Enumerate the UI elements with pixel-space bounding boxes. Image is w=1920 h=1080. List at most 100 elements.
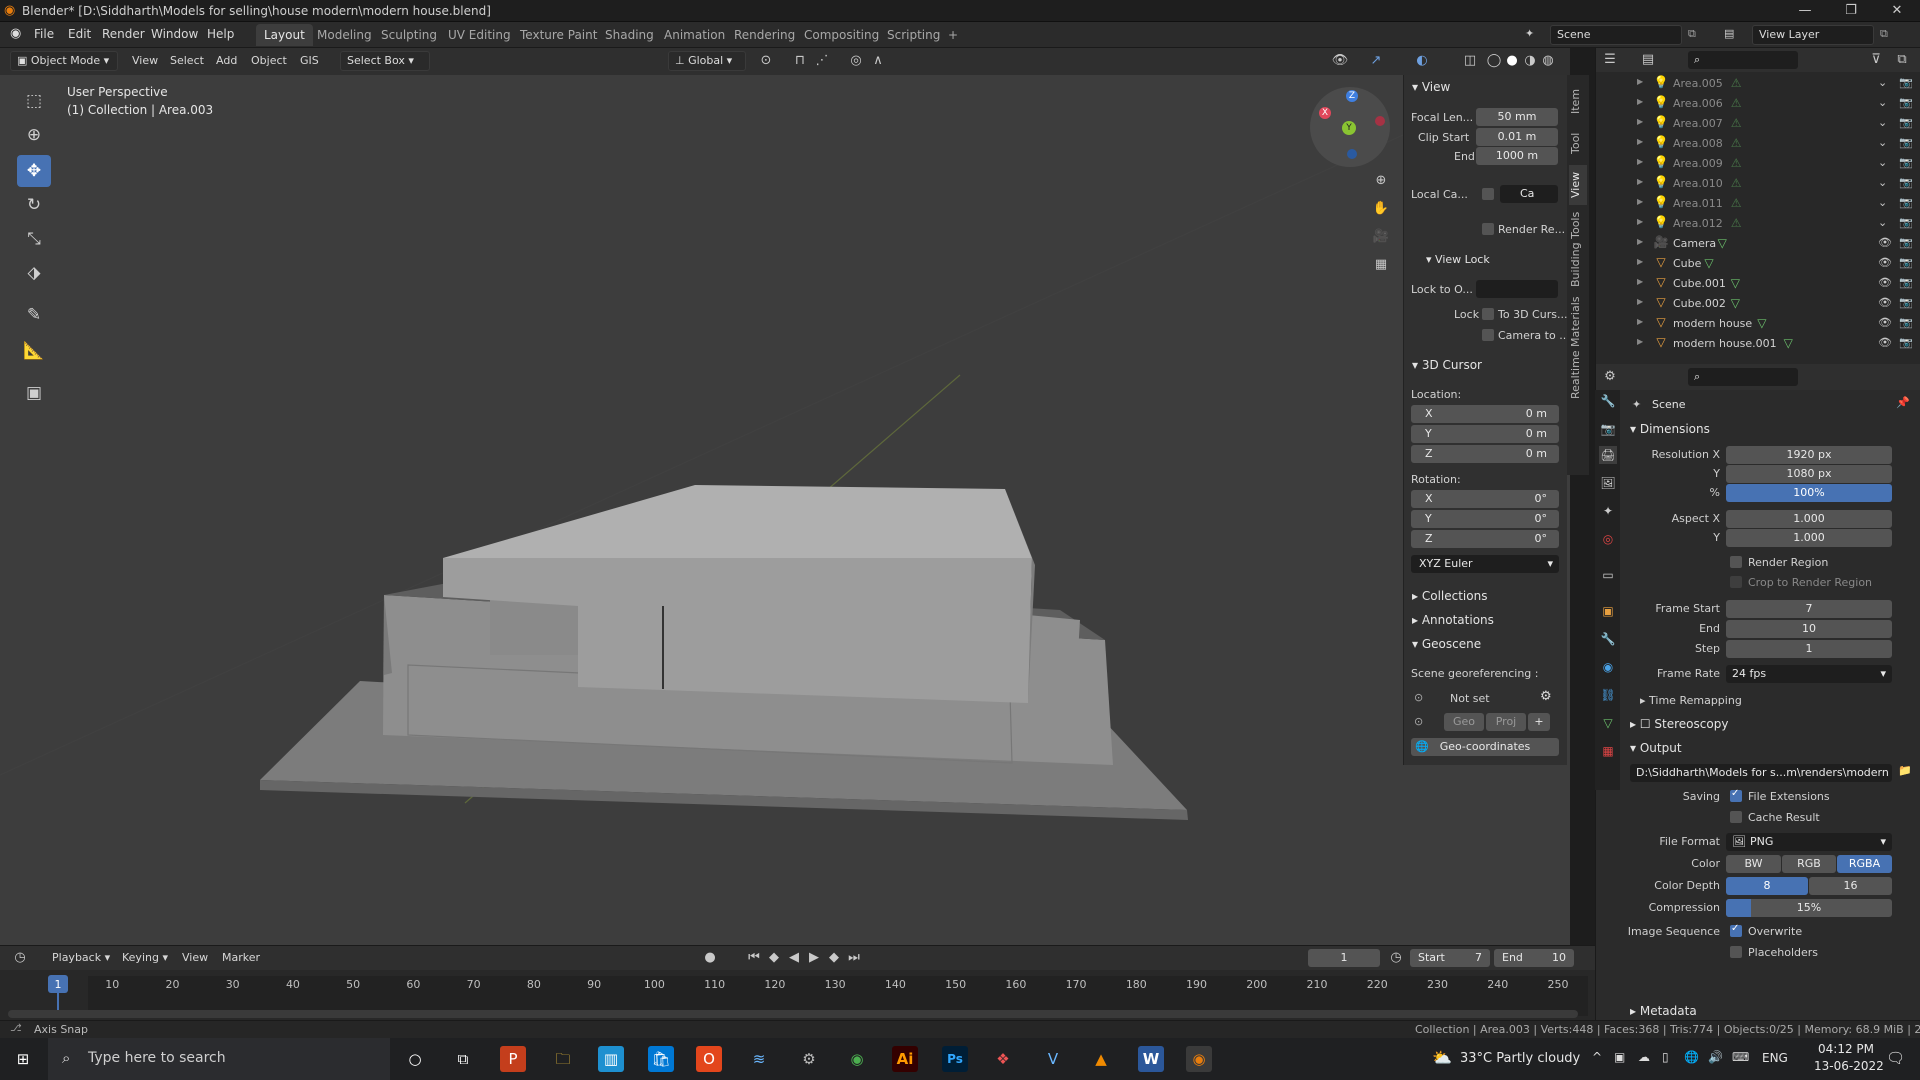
blender-taskbar-icon[interactable]: ◉ — [1186, 1046, 1212, 1072]
proportional-edit-icon[interactable]: ◎ — [846, 51, 866, 71]
expand-arrow-icon[interactable]: ▶ — [1637, 197, 1643, 206]
3d-cursor-header[interactable]: ▾ 3D Cursor — [1412, 358, 1482, 372]
scale-tool-icon[interactable]: ⤡ — [17, 223, 51, 255]
render-camera-icon[interactable]: 📷 — [1899, 196, 1913, 209]
render-camera-icon[interactable]: 📷 — [1899, 336, 1913, 349]
object-data-icon[interactable]: ⚠ — [1731, 196, 1742, 210]
lock-to-3d-cursor-checkbox[interactable] — [1482, 308, 1494, 320]
frame-end-field[interactable]: 10 — [1726, 620, 1892, 638]
expand-arrow-icon[interactable]: ▶ — [1637, 297, 1643, 306]
solid-shading-icon[interactable]: ● — [1502, 51, 1522, 71]
texture-tab-icon[interactable]: ▦ — [1599, 742, 1617, 760]
time-remapping-header[interactable]: ▸ Time Remapping — [1640, 694, 1742, 707]
frame-step-field[interactable]: 1 — [1726, 640, 1892, 658]
outliner-item[interactable]: ▶ 💡 Area.006 ⚠ ⌄ 📷 — [1596, 94, 1920, 114]
weather-text[interactable]: 33°C Partly cloudy — [1460, 1051, 1580, 1066]
tab-view[interactable]: View — [1569, 165, 1587, 205]
outliner-item[interactable]: ▶ 💡 Area.007 ⚠ ⌄ 📷 — [1596, 114, 1920, 134]
georef-settings-gear-icon[interactable]: ⚙ — [1540, 689, 1552, 704]
visibility-eye-icon[interactable]: ⌄ — [1878, 216, 1887, 229]
visibility-eye-icon[interactable]: 👁 — [1878, 256, 1892, 269]
geoscene-header[interactable]: ▾ Geoscene — [1412, 637, 1481, 651]
render-camera-icon[interactable]: 📷 — [1899, 176, 1913, 189]
compression-slider[interactable]: 15% — [1726, 899, 1892, 917]
expand-arrow-icon[interactable]: ▶ — [1637, 237, 1643, 246]
outliner-item[interactable]: ▶ 💡 Area.012 ⚠ ⌄ 📷 — [1596, 214, 1920, 234]
onedrive-icon[interactable]: ☁ — [1638, 1050, 1650, 1064]
overwrite-checkbox[interactable] — [1730, 923, 1742, 937]
cursor-location-y-field[interactable]: Y0 m — [1411, 425, 1559, 443]
expand-arrow-icon[interactable]: ▶ — [1637, 137, 1643, 146]
camera-to-view-checkbox[interactable] — [1482, 329, 1494, 341]
placeholders-checkbox[interactable] — [1730, 946, 1742, 958]
outliner-item[interactable]: ▶ ▽ Cube.001 ▽ 👁 📷 — [1596, 274, 1920, 294]
outliner-item[interactable]: ▶ 🎥 Camera ▽ 👁 📷 — [1596, 234, 1920, 254]
snap-icon[interactable]: ⊓ — [790, 51, 810, 71]
tab-item[interactable]: Item — [1569, 81, 1587, 121]
tab-compositing[interactable]: Compositing — [796, 24, 887, 46]
rotate-tool-icon[interactable]: ↻ — [17, 189, 51, 221]
expand-arrow-icon[interactable]: ▶ — [1637, 277, 1643, 286]
output-tab-icon[interactable]: 🖨 — [1599, 446, 1617, 464]
outliner-item[interactable]: ▶ 💡 Area.005 ⚠ ⌄ 📷 — [1596, 74, 1920, 94]
menu-add[interactable]: Add — [216, 54, 237, 67]
outliner-search-input[interactable]: ⌕ — [1688, 51, 1798, 69]
tab-rendering[interactable]: Rendering — [726, 24, 803, 46]
overlay-toggle-icon[interactable]: ◐ — [1412, 51, 1432, 71]
gizmo-neg-x-icon[interactable] — [1375, 116, 1385, 126]
physics-tab-icon[interactable]: ◉ — [1599, 658, 1617, 676]
view-layer-tab-icon[interactable]: 🖼 — [1599, 474, 1617, 492]
dimensions-header[interactable]: ▾ Dimensions — [1630, 422, 1710, 436]
view-section-header[interactable]: ▾ View — [1412, 80, 1450, 94]
weather-icon[interactable]: ⛅ — [1432, 1048, 1452, 1067]
rotation-mode-dropdown[interactable]: XYZ Euler ▾ — [1411, 555, 1559, 573]
visibility-eye-icon[interactable]: ⌄ — [1878, 196, 1887, 209]
menu-edit[interactable]: Edit — [68, 27, 91, 41]
battery-icon[interactable]: ▯ — [1662, 1050, 1669, 1064]
cortana-icon[interactable]: ○ — [402, 1046, 428, 1072]
render-region-checkbox[interactable] — [1482, 223, 1494, 235]
clip-start-field[interactable]: 0.01 m — [1476, 128, 1558, 146]
app-gray-icon[interactable]: ⚙ — [796, 1046, 822, 1072]
snap-target-icon[interactable]: ⋰ — [812, 51, 832, 71]
cursor-rotation-y-field[interactable]: Y 0° — [1411, 510, 1559, 528]
resolution-x-field[interactable]: 1920 px — [1726, 446, 1892, 464]
navigation-gizmo[interactable]: Z X Y — [1310, 87, 1390, 167]
cursor-location-z-field[interactable]: Z0 m — [1411, 445, 1559, 463]
object-data-icon[interactable]: ⚠ — [1731, 76, 1742, 90]
aspect-x-field[interactable]: 1.000 — [1726, 510, 1892, 528]
properties-search-input[interactable]: ⌕ — [1688, 368, 1798, 386]
new-view-layer-icon[interactable]: ⧉ — [1880, 27, 1888, 41]
render-tab-icon[interactable]: 📷 — [1599, 420, 1617, 438]
pan-hand-icon[interactable]: ✋ — [1371, 199, 1391, 219]
object-data-icon[interactable]: ⚠ — [1731, 156, 1742, 170]
menu-object[interactable]: Object — [251, 54, 287, 67]
render-camera-icon[interactable]: 📷 — [1899, 76, 1913, 89]
color-rgb-button[interactable]: RGB — [1782, 855, 1836, 873]
outliner-item[interactable]: ▶ ▽ modern house ▽ 👁 📷 — [1596, 314, 1920, 334]
frame-start-field[interactable]: 7 — [1726, 600, 1892, 618]
outliner-item[interactable]: ▶ 💡 Area.010 ⚠ ⌄ 📷 — [1596, 174, 1920, 194]
file-explorer-icon[interactable]: 🗀 — [550, 1046, 576, 1072]
object-data-icon[interactable]: ▽ — [1704, 256, 1713, 270]
render-camera-icon[interactable]: 📷 — [1899, 276, 1913, 289]
photoshop-icon[interactable]: Ps — [942, 1046, 968, 1072]
object-data-icon[interactable]: ⚠ — [1731, 216, 1742, 230]
tab-realtime-materials[interactable]: Realtime Materials — [1569, 295, 1587, 400]
ortho-grid-icon[interactable]: ▦ — [1371, 255, 1391, 275]
expand-arrow-icon[interactable]: ▶ — [1637, 317, 1643, 326]
menu-file[interactable]: File — [34, 27, 54, 41]
select-box-dropdown[interactable]: Select Box ▾ — [340, 51, 430, 71]
gizmo-x-icon[interactable]: X — [1319, 107, 1331, 119]
render-camera-icon[interactable]: 📷 — [1899, 116, 1913, 129]
object-data-icon[interactable]: ▽ — [1731, 296, 1740, 310]
frame-ruler[interactable]: 1 10 20 30 40 50 60 70 80 90 100 110 120 130 140 150 160… — [0, 946, 1595, 1006]
app-blue-icon[interactable]: ≋ — [746, 1046, 772, 1072]
visibility-eye-icon[interactable]: ⌄ — [1878, 116, 1887, 129]
menu-select[interactable]: Select — [170, 54, 204, 67]
object-data-icon[interactable]: ⚠ — [1731, 116, 1742, 130]
color-bw-button[interactable]: BW — [1726, 855, 1781, 873]
modifier-tab-icon[interactable]: 🔧 — [1599, 630, 1617, 648]
visibility-eye-icon[interactable]: ⌄ — [1878, 176, 1887, 189]
add-cube-tool-icon[interactable]: ▣ — [17, 377, 51, 409]
